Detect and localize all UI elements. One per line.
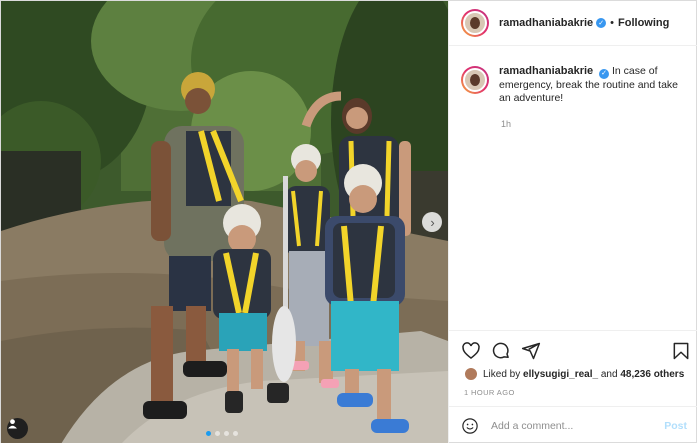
verified-badge-icon: ✓ <box>596 18 607 28</box>
comment-box: Post <box>449 406 697 443</box>
caption-username[interactable]: ramadhaniabakrie <box>499 65 593 77</box>
family-rafting-photo <box>1 1 448 443</box>
next-slide-button[interactable]: › <box>422 212 442 232</box>
post-header: ramadhaniabakrie ✓ • Following <box>449 1 697 46</box>
post-details-panel: ramadhaniabakrie ✓ • Following ramadhani… <box>448 1 697 443</box>
post-photo[interactable]: › <box>1 1 448 443</box>
heart-icon[interactable] <box>461 341 481 361</box>
post-comment-button[interactable]: Post <box>664 420 687 432</box>
carousel-indicator <box>206 431 238 436</box>
likes-count-link[interactable]: 48,236 others <box>620 369 684 380</box>
avatar[interactable] <box>461 66 489 94</box>
carousel-dot <box>215 431 220 436</box>
author-username[interactable]: ramadhaniabakrie <box>499 17 593 29</box>
verified-badge-icon: ✓ <box>599 68 610 79</box>
comment-input[interactable] <box>491 419 665 432</box>
carousel-dot <box>224 431 229 436</box>
following-button[interactable]: Following <box>618 17 669 29</box>
comment-icon[interactable] <box>491 341 511 361</box>
likes-middle: and <box>600 368 618 380</box>
likes-prefix: Liked by <box>483 368 521 380</box>
post-timestamp: 1 HOUR AGO <box>464 388 515 397</box>
carousel-dot <box>233 431 238 436</box>
separator: • <box>610 17 615 29</box>
send-icon[interactable] <box>521 341 541 361</box>
liked-by-username[interactable]: ellysugigi_real_ <box>523 369 598 380</box>
tagged-users-button[interactable] <box>7 418 28 439</box>
post-dialog: › ramadhaniabakrie ✓ • Following ramadha… <box>0 0 697 443</box>
action-bar <box>449 330 697 370</box>
person-icon <box>8 419 17 429</box>
avatar[interactable] <box>461 9 489 37</box>
bookmark-icon[interactable] <box>671 341 691 361</box>
avatar[interactable] <box>464 367 478 381</box>
carousel-dot <box>206 431 211 436</box>
caption: ramadhaniabakrie ✓ In case of emergency,… <box>461 65 691 106</box>
emoji-icon[interactable] <box>461 417 479 435</box>
caption-time: 1h <box>501 119 512 129</box>
likes-summary: Liked by ellysugigi_real_ and 48,236 oth… <box>464 367 684 381</box>
chevron-right-icon: › <box>430 214 435 230</box>
